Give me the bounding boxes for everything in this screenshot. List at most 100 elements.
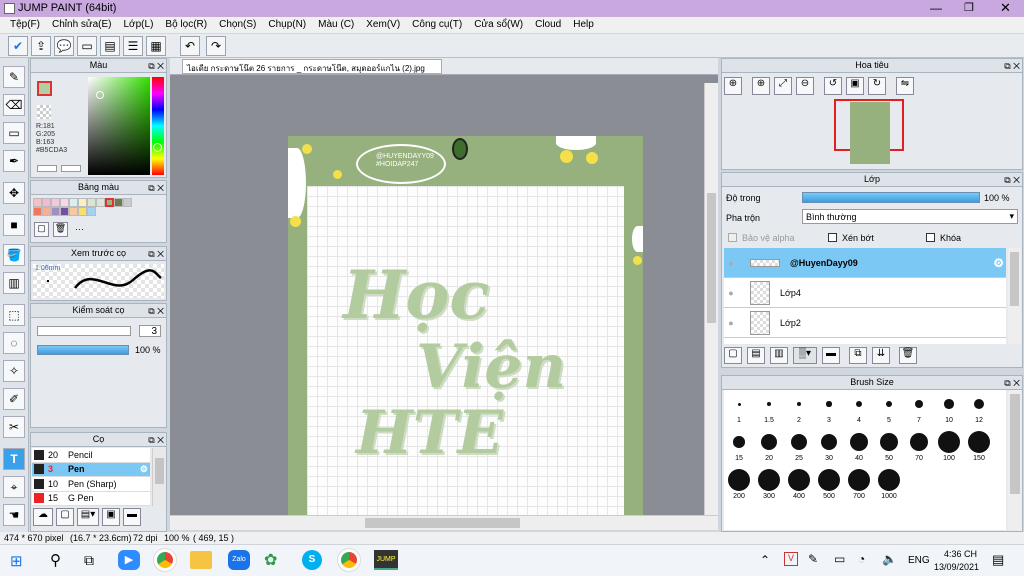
menu-item[interactable]: Tệp(F) bbox=[4, 17, 46, 32]
brush-folder-icon[interactable]: ▬ bbox=[123, 508, 141, 526]
file-explorer-icon[interactable] bbox=[190, 551, 212, 569]
menu-item[interactable]: Công cụ(T) bbox=[406, 17, 468, 32]
grid-icon[interactable]: ▦ bbox=[146, 36, 166, 56]
brush-list-item[interactable]: 3 Pen ⚙ bbox=[32, 462, 150, 477]
layer-row[interactable]: ● Lớp2 bbox=[724, 308, 1006, 338]
brush-opacity-slider[interactable] bbox=[37, 345, 129, 355]
app-green-icon[interactable]: ✿ bbox=[264, 550, 277, 570]
brush-size-cell[interactable]: 100 bbox=[934, 428, 964, 466]
brush-list-item[interactable]: 15 G Pen bbox=[32, 491, 150, 506]
search-icon[interactable]: ⚲ bbox=[50, 551, 61, 569]
swatch[interactable] bbox=[69, 207, 78, 216]
visibility-icon[interactable]: ● bbox=[724, 318, 738, 328]
task-view-icon[interactable]: ⧉ bbox=[84, 552, 94, 569]
swatch[interactable] bbox=[78, 207, 87, 216]
brush-size-cell[interactable]: 300 bbox=[754, 466, 784, 504]
brush-size-cell[interactable]: 500 bbox=[814, 466, 844, 504]
brush-tool-icon[interactable]: ✎ bbox=[3, 66, 25, 88]
brush-size-cell[interactable]: 3 bbox=[814, 390, 844, 428]
rotate-left-icon[interactable]: ↺ bbox=[824, 77, 842, 95]
menu-item[interactable]: Cửa sổ(W) bbox=[468, 17, 529, 32]
swatch[interactable] bbox=[51, 207, 60, 216]
brush-size-input[interactable]: 3 bbox=[139, 325, 161, 337]
swatch[interactable] bbox=[42, 207, 51, 216]
swatch[interactable] bbox=[60, 207, 69, 216]
color-mode-button-2[interactable] bbox=[61, 165, 81, 172]
actual-size-icon[interactable]: ▣ bbox=[846, 77, 864, 95]
new-swatch-icon[interactable]: ▢ bbox=[34, 222, 49, 237]
wifi-icon[interactable]: ◔ bbox=[858, 552, 865, 566]
eyedropper-tool-icon[interactable]: ⌖ bbox=[3, 476, 25, 498]
brush-size-cell[interactable]: 50 bbox=[874, 428, 904, 466]
menu-item[interactable]: Chọn(S) bbox=[213, 17, 262, 32]
brush-size-cell[interactable]: 5 bbox=[874, 390, 904, 428]
swatch[interactable] bbox=[33, 198, 42, 207]
close-icon[interactable]: ⧉ ✕ bbox=[1004, 174, 1020, 187]
brush-settings-icon[interactable]: ▣ bbox=[102, 508, 120, 526]
windows-start-icon[interactable]: ⊞ bbox=[10, 552, 23, 570]
rotate-right-icon[interactable]: ↻ bbox=[868, 77, 886, 95]
scroll-thumb[interactable] bbox=[707, 193, 716, 323]
color-mode-button[interactable] bbox=[37, 165, 57, 172]
transparent-swatch[interactable] bbox=[37, 105, 51, 119]
new-layer-alt-icon[interactable]: ▤ bbox=[747, 347, 765, 364]
brush-size-cell[interactable]: 1 bbox=[724, 390, 754, 428]
zoom-in-icon[interactable]: ⊕ bbox=[752, 77, 770, 95]
brush-size-cell[interactable]: 7 bbox=[904, 390, 934, 428]
brush-size-cell[interactable]: 70 bbox=[904, 428, 934, 466]
zoom-out-icon[interactable]: ⊖ bbox=[796, 77, 814, 95]
close-icon[interactable]: ⧉ ✕ bbox=[148, 182, 164, 195]
delete-layer-icon[interactable]: 🗑 bbox=[899, 347, 917, 364]
brush-size-scrollbar[interactable] bbox=[1008, 390, 1022, 530]
menu-item[interactable]: Xem(V) bbox=[360, 17, 406, 32]
brush-size-cell[interactable]: 20 bbox=[754, 428, 784, 466]
close-icon[interactable]: ⧉ ✕ bbox=[148, 434, 164, 447]
document-icon[interactable]: ▤ bbox=[100, 36, 120, 56]
brush-size-cell[interactable]: 150 bbox=[964, 428, 994, 466]
chrome-icon[interactable] bbox=[153, 548, 177, 572]
gear-icon[interactable]: ⚙ bbox=[140, 464, 148, 475]
rectangle-tool-icon[interactable]: ▭ bbox=[3, 122, 25, 144]
saturation-cursor[interactable] bbox=[96, 91, 104, 99]
select-eraser-tool-icon[interactable]: ✂ bbox=[3, 416, 25, 438]
jump-paint-taskbar-icon[interactable]: JUMP bbox=[374, 550, 398, 570]
tray-pen-icon[interactable]: ✎ bbox=[808, 552, 818, 566]
scroll-thumb[interactable] bbox=[155, 458, 164, 484]
brush-menu-icon[interactable]: ▤▾ bbox=[77, 508, 99, 526]
swatch[interactable] bbox=[114, 198, 123, 207]
zalo-icon[interactable]: Zalo bbox=[228, 550, 250, 570]
brush-size-cell[interactable]: 700 bbox=[844, 466, 874, 504]
brush-size-cell[interactable]: 2 bbox=[784, 390, 814, 428]
canvas-vertical-scrollbar[interactable] bbox=[704, 83, 718, 515]
menu-item[interactable]: Chỉnh sửa(E) bbox=[46, 17, 118, 32]
scroll-thumb[interactable] bbox=[1010, 394, 1020, 494]
chevron-up-icon[interactable]: ⌃ bbox=[760, 553, 770, 567]
brush-list-item[interactable]: 20 Pencil bbox=[32, 448, 150, 463]
select-rect-tool-icon[interactable]: ⬚ bbox=[3, 304, 25, 326]
hand-tool-icon[interactable]: ☚ bbox=[3, 504, 25, 526]
brush-size-cell[interactable]: 25 bbox=[784, 428, 814, 466]
fill-rect-tool-icon[interactable]: ■ bbox=[3, 214, 25, 236]
swatch[interactable] bbox=[51, 198, 60, 207]
brush-size-cell[interactable]: 400 bbox=[784, 466, 814, 504]
primary-color-swatch[interactable] bbox=[37, 81, 52, 96]
brush-size-cell[interactable]: 200 bbox=[724, 466, 754, 504]
visibility-icon[interactable]: ● bbox=[724, 258, 738, 268]
menu-item[interactable]: Lớp(L) bbox=[118, 17, 160, 32]
canvas-horizontal-scrollbar[interactable] bbox=[170, 515, 718, 530]
close-button[interactable]: ✕ bbox=[1000, 0, 1011, 16]
swatch[interactable] bbox=[87, 198, 96, 207]
restore-button[interactable]: ❐ bbox=[964, 1, 974, 14]
list-icon[interactable]: ☰ bbox=[123, 36, 143, 56]
clip-checkbox[interactable] bbox=[828, 233, 837, 242]
battery-icon[interactable]: ▭ bbox=[834, 552, 845, 566]
swatch[interactable] bbox=[105, 198, 114, 207]
brush-list-item[interactable]: 10 Pen (Sharp) bbox=[32, 477, 150, 492]
close-icon[interactable]: ⧉ ✕ bbox=[148, 60, 164, 73]
lock-checkbox[interactable] bbox=[926, 233, 935, 242]
protect-alpha-checkbox[interactable] bbox=[728, 233, 737, 242]
clock-time[interactable]: 4:36 CH bbox=[944, 549, 977, 559]
minimize-button[interactable]: — bbox=[930, 1, 942, 15]
share-icon[interactable]: ⇪ bbox=[31, 36, 51, 56]
layer-row[interactable]: ● Lớp4 bbox=[724, 278, 1006, 308]
